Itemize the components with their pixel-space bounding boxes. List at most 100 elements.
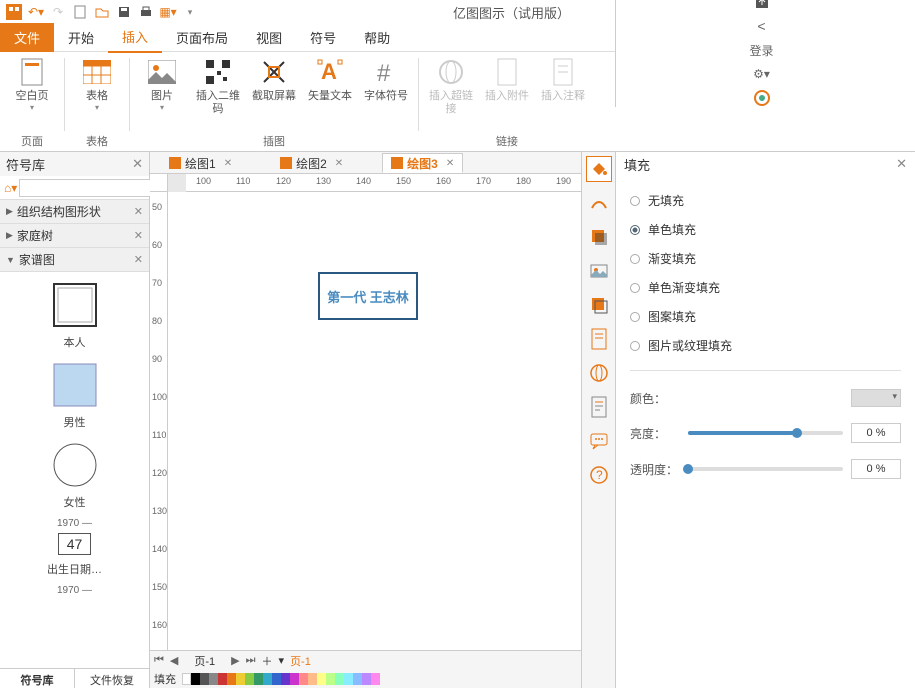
color-swatch[interactable] (263, 673, 272, 685)
fill-panel-header: 填充 ✕ (616, 152, 915, 176)
color-row: 颜色： (630, 381, 901, 415)
home-icon[interactable]: ⌂▾ (4, 181, 17, 195)
page-name[interactable]: 页-1 (290, 653, 311, 669)
menu-file[interactable]: 文件 (0, 23, 54, 52)
color-swatch[interactable] (344, 673, 353, 685)
search-input[interactable] (19, 179, 171, 197)
page-prev-icon[interactable]: ◀ (170, 654, 178, 667)
color-swatch[interactable] (191, 673, 200, 685)
menu-help[interactable]: 帮助 (350, 23, 404, 52)
qrcode-button[interactable]: 插入二维码 (192, 54, 244, 120)
open-icon[interactable] (94, 4, 110, 20)
color-swatch[interactable] (326, 673, 335, 685)
export-icon[interactable] (754, 0, 770, 10)
undo-icon[interactable]: ↶▾ (28, 4, 44, 20)
image-tool-icon[interactable] (586, 258, 612, 284)
shape-age[interactable]: 1970 — 47 出生日期… (6, 518, 143, 577)
color-swatch[interactable] (362, 673, 371, 685)
color-swatch[interactable] (299, 673, 308, 685)
node-first-gen[interactable]: 第一代 王志林 (318, 272, 418, 320)
page-last-icon[interactable]: ⏭ (246, 654, 256, 667)
shape-male[interactable]: 男性 (6, 358, 143, 430)
shape-female[interactable]: 女性 (6, 438, 143, 510)
logo-icon[interactable] (753, 89, 771, 107)
redo-icon[interactable]: ↷ (50, 4, 66, 20)
chat-tool-icon[interactable] (586, 428, 612, 454)
page-tool-icon[interactable] (586, 326, 612, 352)
blank-page-button[interactable]: 空白页▾ (6, 54, 58, 116)
color-swatch[interactable] (245, 673, 254, 685)
fill-opt-solid[interactable]: 单色填充 (630, 215, 901, 244)
menu-view[interactable]: 视图 (242, 23, 296, 52)
color-swatch[interactable] (371, 673, 380, 685)
fill-opt-gradient[interactable]: 渐变填充 (630, 244, 901, 273)
opacity-slider[interactable] (688, 467, 843, 471)
menu-start[interactable]: 开始 (54, 23, 108, 52)
options-icon[interactable]: ▦▾ (160, 4, 176, 20)
color-swatch[interactable] (335, 673, 344, 685)
shadow-tool-icon[interactable] (586, 224, 612, 250)
color-swatch[interactable] (236, 673, 245, 685)
color-swatch[interactable] (308, 673, 317, 685)
color-swatch[interactable] (218, 673, 227, 685)
canvas[interactable]: 第一代 王志林 (168, 192, 581, 650)
menu-symbol[interactable]: 符号 (296, 23, 350, 52)
page-add-icon[interactable]: ＋ (262, 653, 273, 669)
web-tool-icon[interactable] (586, 360, 612, 386)
category-genealogy[interactable]: ▼家谱图✕ (0, 248, 149, 272)
fill-tool-icon[interactable] (586, 156, 612, 182)
gear-icon[interactable]: ⚙▾ (753, 67, 770, 81)
fill-opt-texture[interactable]: 图片或纹理填充 (630, 331, 901, 360)
category-family[interactable]: ▶家庭树✕ (0, 224, 149, 248)
page-next-icon[interactable]: ▶ (231, 654, 239, 667)
category-org[interactable]: ▶组织结构图形状✕ (0, 200, 149, 224)
doc-tab-2[interactable]: 绘图2✕ (271, 153, 352, 173)
fill-opt-none[interactable]: 无填充 (630, 186, 901, 215)
color-swatch[interactable] (254, 673, 263, 685)
doc-tab-3[interactable]: 绘图3✕ (382, 153, 463, 173)
picture-button[interactable]: 图片▾ (136, 54, 188, 116)
panel-close-icon[interactable]: ✕ (132, 156, 143, 172)
color-swatch[interactable] (290, 673, 299, 685)
color-label: 颜色： (630, 390, 680, 407)
menu-insert[interactable]: 插入 (108, 22, 162, 53)
share-icon[interactable]: < (757, 18, 765, 34)
fill-opt-solid-grad[interactable]: 单色渐变填充 (630, 273, 901, 302)
fill-opt-pattern[interactable]: 图案填充 (630, 302, 901, 331)
doc-tab-1[interactable]: 绘图1✕ (160, 153, 241, 173)
qat-dd-icon[interactable]: ▾ (182, 4, 198, 20)
table-button[interactable]: 表格▾ (71, 54, 123, 116)
fill-panel-close-icon[interactable]: ✕ (896, 156, 907, 172)
shape-self[interactable]: 本人 (6, 278, 143, 350)
color-swatch[interactable] (209, 673, 218, 685)
layer-tool-icon[interactable] (586, 292, 612, 318)
login-link[interactable]: 登录 (749, 42, 773, 59)
new-icon[interactable] (72, 4, 88, 20)
text-tool-icon[interactable] (586, 394, 612, 420)
color-swatch[interactable] (227, 673, 236, 685)
color-swatch[interactable] (272, 673, 281, 685)
help-tool-icon[interactable]: ? (586, 462, 612, 488)
color-swatch[interactable] (353, 673, 362, 685)
menu-layout[interactable]: 页面布局 (162, 23, 242, 52)
shape-birthdate[interactable]: 1970 — (6, 585, 143, 596)
tab-file-recover[interactable]: 文件恢复 (75, 669, 149, 688)
line-tool-icon[interactable] (586, 190, 612, 216)
vector-text-button[interactable]: A 矢量文本 (304, 54, 356, 107)
color-swatch[interactable] (281, 673, 290, 685)
color-swatch[interactable] (317, 673, 326, 685)
opacity-value[interactable]: 0 % (851, 459, 901, 479)
page-menu-icon[interactable]: ▾ (279, 654, 285, 667)
color-picker[interactable] (851, 389, 901, 407)
font-symbol-button[interactable]: # 字体符号 (360, 54, 412, 107)
color-swatch[interactable] (182, 673, 191, 685)
brightness-slider[interactable] (688, 431, 843, 435)
screenshot-button[interactable]: 截取屏幕 (248, 54, 300, 107)
brightness-value[interactable]: 0 % (851, 423, 901, 443)
tab-symbol-lib[interactable]: 符号库 (0, 669, 75, 688)
save-icon[interactable] (116, 4, 132, 20)
print-icon[interactable] (138, 4, 154, 20)
page-first-icon[interactable]: ⏮ (154, 654, 164, 667)
page-select[interactable]: 页-1 (184, 653, 225, 669)
color-swatch[interactable] (200, 673, 209, 685)
